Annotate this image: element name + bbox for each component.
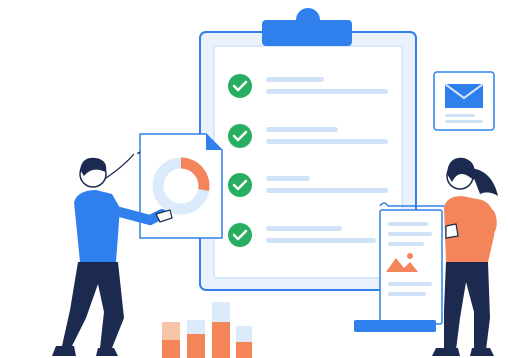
check-circle-icon <box>228 173 252 197</box>
check-circle-icon <box>228 74 252 98</box>
bar <box>162 322 180 340</box>
man-shoe <box>52 346 76 356</box>
checklist-illustration <box>0 0 508 358</box>
document-base <box>354 320 436 332</box>
illustration-canvas <box>52 8 498 358</box>
envelope-icon <box>444 83 484 108</box>
woman-shoe <box>432 348 460 356</box>
man-shoe <box>96 348 118 356</box>
woman-pants <box>444 262 490 350</box>
check-circle-icon <box>228 223 252 247</box>
clipboard-clip-icon <box>262 8 352 46</box>
bar <box>212 302 230 322</box>
bar <box>162 340 180 358</box>
bar <box>212 322 230 358</box>
bar <box>236 326 252 342</box>
bar-chart <box>162 302 252 358</box>
bar <box>187 334 205 358</box>
bar <box>187 320 205 334</box>
bar <box>236 342 252 358</box>
man-shirt <box>74 190 120 262</box>
man-pants <box>62 262 124 348</box>
check-circle-icon <box>228 124 252 148</box>
woman-shoe <box>470 348 494 356</box>
envelope-card <box>433 71 495 131</box>
